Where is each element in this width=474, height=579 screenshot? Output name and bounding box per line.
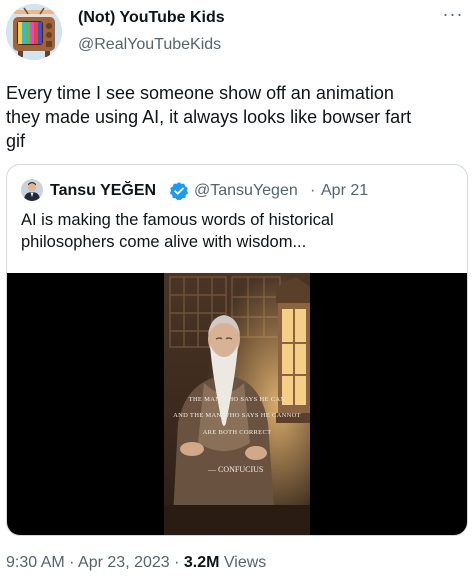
video-caption-line-3: ARE BOTH CORRECT — [202, 429, 272, 436]
verified-badge-icon — [169, 182, 189, 201]
person-avatar-icon — [21, 179, 43, 201]
tweet-time[interactable]: 9:30 AM — [6, 554, 65, 571]
video-caption-line-2: AND THE MAN WHO SAYS HE CANNOT — [173, 412, 301, 419]
tweet-date[interactable]: Apr 23, 2023 — [78, 554, 170, 571]
more-horizontal-icon: ··· — [442, 4, 464, 24]
video-caption-attribution: — CONFUCIUS — [208, 465, 264, 474]
quote-text: AI is making the famous words of histori… — [21, 211, 334, 251]
views-count[interactable]: 3.2M — [184, 554, 220, 571]
quote-date[interactable]: Apr 21 — [321, 181, 368, 201]
quote-author-handle[interactable]: @TansuYegen — [194, 181, 298, 201]
quote-author-avatar[interactable] — [21, 179, 43, 201]
quote-separator: · — [310, 182, 316, 199]
video-frame: THE MAN WHO SAYS HE CAN AND THE MAN WHO … — [164, 273, 312, 535]
meta-separator: · — [169, 554, 184, 571]
video-caption-line-1: THE MAN WHO SAYS HE CAN — [188, 396, 286, 403]
quoted-tweet-card[interactable]: Tansu YEĞEN @TansuYegen · Apr 21 AI is m… — [6, 164, 468, 536]
quote-video[interactable]: THE MAN WHO SAYS HE CAN AND THE MAN WHO … — [7, 273, 467, 535]
quote-author-name[interactable]: Tansu YEĞEN — [50, 181, 156, 201]
tweet-text: Every time I see someone show off an ani… — [6, 83, 412, 151]
more-options-button[interactable]: ··· — [438, 4, 468, 28]
retro-tv-icon — [6, 4, 62, 60]
meta-separator: · — [64, 554, 79, 571]
author-name[interactable]: (Not) YouTube Kids — [78, 8, 225, 28]
philosopher-illustration — [164, 273, 312, 535]
author-handle[interactable]: @RealYouTubeKids — [78, 35, 221, 55]
tweet-meta: 9:30 AM · Apr 23, 2023 · 3.2M Views — [6, 553, 266, 573]
views-label: Views — [219, 554, 267, 571]
author-avatar[interactable] — [6, 4, 62, 60]
